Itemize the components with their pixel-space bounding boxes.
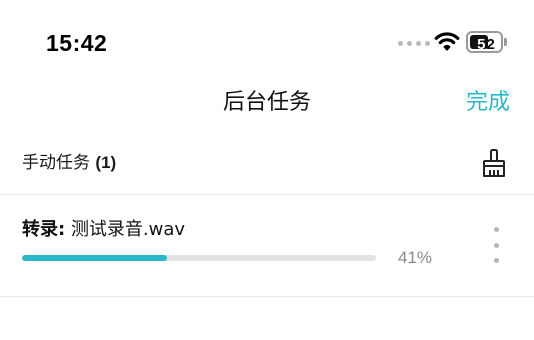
section-count: (1) (95, 153, 117, 172)
more-vertical-icon[interactable] (488, 227, 504, 263)
divider (0, 296, 534, 297)
background-tasks-screen: 15:42 52 后台任务 完成 手动任务 (1) 转录: 测试录音.wav 4… (0, 0, 534, 340)
status-bar: 15:42 52 (0, 0, 534, 84)
task-progress-label: 41% (398, 248, 433, 267)
section-header-manual-tasks: 手动任务 (1) (22, 151, 116, 175)
divider (0, 194, 534, 195)
battery-percent: 52 (477, 35, 496, 53)
cellular-signal-icon (398, 41, 430, 46)
battery-icon: 52 (466, 31, 508, 53)
page-title: 后台任务 (222, 90, 311, 115)
task-title: 转录: 测试录音.wav (22, 218, 185, 242)
section-label: 手动任务 (22, 153, 90, 173)
task-progress-fill (22, 255, 168, 261)
done-button[interactable]: 完成 (466, 88, 510, 118)
broom-icon[interactable] (481, 148, 507, 178)
status-time: 15:42 (46, 30, 108, 56)
task-type-label: 转录: (22, 219, 66, 240)
wifi-icon (434, 32, 460, 51)
task-progress-bar (22, 255, 376, 261)
task-filename: 测试录音.wav (70, 219, 186, 240)
